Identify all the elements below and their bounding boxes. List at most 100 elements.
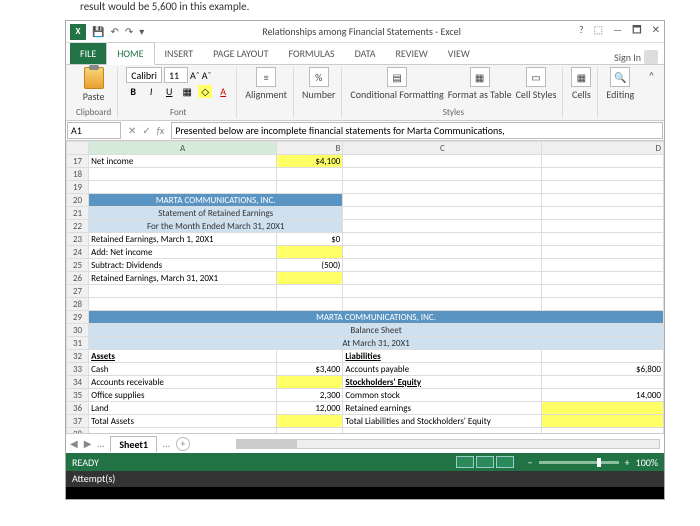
cell[interactable]: Retained Earnings, March 31, 20X1 xyxy=(89,272,277,285)
row-header[interactable]: 22 xyxy=(67,220,89,233)
undo-icon[interactable]: ↶ xyxy=(110,25,118,38)
cell[interactable]: Total Assets xyxy=(89,415,277,428)
conditional-formatting-button[interactable]: ▤Conditional Formatting xyxy=(350,67,443,101)
row-header[interactable]: 36 xyxy=(67,402,89,415)
cell[interactable]: Statement of Retained Earnings xyxy=(89,207,343,220)
cell[interactable] xyxy=(89,298,277,311)
cell[interactable]: Cash xyxy=(89,363,277,376)
cell[interactable]: Liabilities xyxy=(343,350,542,363)
font-size-select[interactable]: 11 xyxy=(164,67,188,83)
enter-fx-icon[interactable]: ✓ xyxy=(142,124,150,137)
row-header[interactable]: 38 xyxy=(67,428,89,434)
cell[interactable] xyxy=(343,194,542,207)
cell[interactable] xyxy=(277,246,343,259)
row-header[interactable]: 25 xyxy=(67,259,89,272)
tab-file[interactable]: FILE xyxy=(70,43,106,64)
redo-icon[interactable]: ↷ xyxy=(125,25,133,38)
horizontal-scrollbar[interactable] xyxy=(236,439,660,449)
cell[interactable]: MARTA COMMUNICATIONS, INC. xyxy=(89,311,664,324)
page-break-view-icon[interactable] xyxy=(496,456,514,468)
cell[interactable] xyxy=(542,155,664,168)
cell[interactable]: Common stock xyxy=(343,389,542,402)
italic-button[interactable]: I xyxy=(144,85,158,98)
cell[interactable] xyxy=(542,272,664,285)
format-as-table-button[interactable]: ▦Format as Table xyxy=(448,67,512,101)
cell[interactable] xyxy=(542,207,664,220)
row-header[interactable]: 31 xyxy=(67,337,89,350)
cell[interactable]: At March 31, 20X1 xyxy=(89,337,664,350)
cell[interactable] xyxy=(343,272,542,285)
cell[interactable]: 14,000 xyxy=(542,389,664,402)
zoom-slider[interactable] xyxy=(539,461,619,464)
font-color-button[interactable]: A xyxy=(216,85,230,98)
cell[interactable] xyxy=(542,285,664,298)
cell[interactable] xyxy=(343,207,542,220)
row-header[interactable]: 32 xyxy=(67,350,89,363)
cell[interactable] xyxy=(89,181,277,194)
col-header-C[interactable]: C xyxy=(343,142,542,155)
cell[interactable] xyxy=(343,181,542,194)
save-icon[interactable]: 💾 xyxy=(92,25,104,38)
cell[interactable] xyxy=(343,285,542,298)
cell[interactable]: Balance Sheet xyxy=(89,324,664,337)
zoom-level[interactable]: 100% xyxy=(636,456,658,469)
row-header[interactable]: 29 xyxy=(67,311,89,324)
row-header[interactable]: 17 xyxy=(67,155,89,168)
bold-button[interactable]: B xyxy=(126,85,140,98)
tab-review[interactable]: REVIEW xyxy=(385,43,437,64)
cell[interactable]: Retained Earnings, March 1, 20X1 xyxy=(89,233,277,246)
row-header[interactable]: 33 xyxy=(67,363,89,376)
zoom-in-icon[interactable]: + xyxy=(625,456,630,469)
cell[interactable] xyxy=(343,233,542,246)
cell[interactable]: Add: Net income xyxy=(89,246,277,259)
cell[interactable]: 12,000 xyxy=(277,402,343,415)
cell-styles-button[interactable]: ▭Cell Styles xyxy=(516,67,557,101)
row-header[interactable]: 30 xyxy=(67,324,89,337)
cell[interactable] xyxy=(89,285,277,298)
cell[interactable] xyxy=(343,168,542,181)
sign-in[interactable]: Sign In xyxy=(614,50,658,64)
cell[interactable] xyxy=(277,285,343,298)
cell[interactable]: $3,400 xyxy=(277,363,343,376)
tab-page-layout[interactable]: PAGE LAYOUT xyxy=(203,43,278,64)
row-header[interactable]: 19 xyxy=(67,181,89,194)
help-icon[interactable]: ? xyxy=(579,23,584,40)
cell[interactable] xyxy=(542,376,664,389)
cell[interactable]: Subtract: Dividends xyxy=(89,259,277,272)
cell[interactable] xyxy=(343,259,542,272)
cell[interactable] xyxy=(542,181,664,194)
cell[interactable] xyxy=(89,428,277,434)
cell[interactable] xyxy=(277,272,343,285)
cell[interactable] xyxy=(343,220,542,233)
cell[interactable] xyxy=(277,415,343,428)
row-header[interactable]: 23 xyxy=(67,233,89,246)
cell[interactable] xyxy=(89,168,277,181)
cell[interactable] xyxy=(277,168,343,181)
row-header[interactable]: 37 xyxy=(67,415,89,428)
cell[interactable] xyxy=(542,428,664,434)
row-header[interactable]: 35 xyxy=(67,389,89,402)
cell[interactable] xyxy=(542,298,664,311)
fx-icon[interactable]: fx xyxy=(157,124,164,137)
page-layout-view-icon[interactable] xyxy=(476,456,494,468)
sheet-nav-more-icon[interactable]: … xyxy=(97,437,104,450)
name-box[interactable]: A1 xyxy=(67,122,121,139)
col-header-B[interactable]: B xyxy=(277,142,343,155)
cells-button[interactable]: ▦Cells xyxy=(571,67,591,101)
cell[interactable] xyxy=(542,168,664,181)
alignment-button[interactable]: ≡Alignment xyxy=(245,67,287,101)
cell[interactable] xyxy=(277,181,343,194)
number-button[interactable]: %Number xyxy=(302,67,335,101)
scrollbar-thumb[interactable] xyxy=(237,440,297,448)
normal-view-icon[interactable] xyxy=(456,456,474,468)
cell[interactable] xyxy=(542,350,664,363)
minimize-icon[interactable]: — xyxy=(613,23,622,40)
cell[interactable] xyxy=(343,298,542,311)
grow-font-icon[interactable]: Aˆ xyxy=(190,69,200,82)
sheet-nav-next-icon[interactable]: ▶ xyxy=(84,437,92,450)
cell[interactable]: Land xyxy=(89,402,277,415)
cell[interactable]: $4,100 xyxy=(277,155,343,168)
tab-formulas[interactable]: FORMULAS xyxy=(278,43,344,64)
cell[interactable]: MARTA COMMUNICATIONS, INC. xyxy=(89,194,343,207)
cell[interactable]: Accounts payable xyxy=(343,363,542,376)
